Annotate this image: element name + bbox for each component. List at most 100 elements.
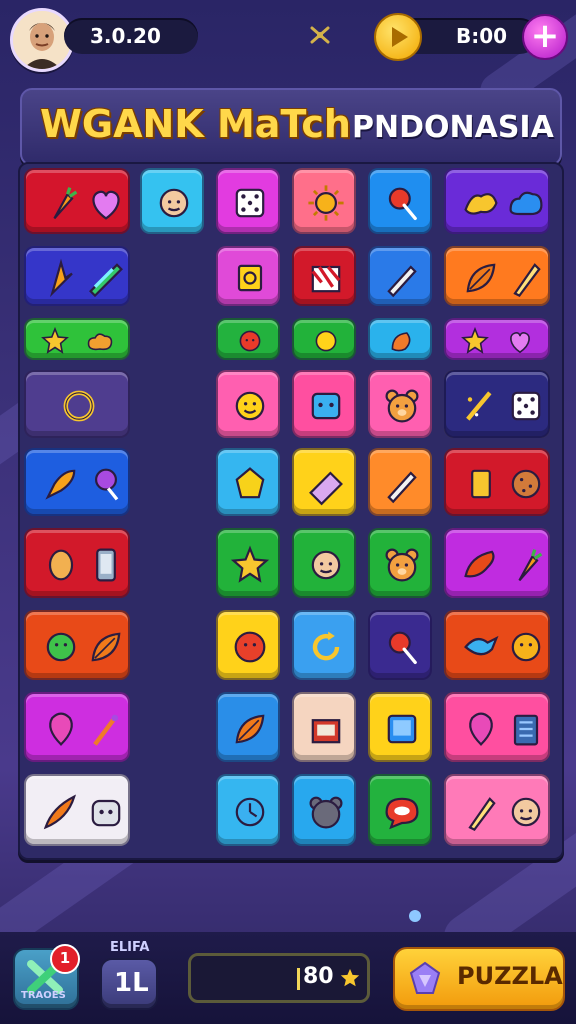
board-tile[interactable]: [292, 370, 356, 438]
board-tile[interactable]: [292, 692, 356, 762]
lollipop-icon: [388, 187, 417, 221]
bird-icon: [463, 635, 499, 656]
screen-icon: [387, 714, 417, 744]
board-tile[interactable]: [368, 168, 432, 234]
board-tile[interactable]: [216, 774, 280, 846]
board-tile[interactable]: [368, 318, 432, 360]
chili-icon: [463, 550, 495, 578]
carrot-icon: [518, 549, 543, 582]
crossed-tools-icon: [309, 24, 331, 46]
leaf-icon: [466, 263, 496, 293]
board-tile[interactable]: [368, 370, 432, 438]
card-icon: [470, 469, 491, 499]
board-tile[interactable]: [444, 610, 550, 680]
cup-icon: [91, 799, 121, 827]
board-tile[interactable]: [444, 246, 550, 306]
play-coin-button[interactable]: [374, 13, 422, 61]
board-tile[interactable]: [216, 610, 280, 680]
gift-icon: [311, 719, 341, 744]
board-tile[interactable]: [216, 448, 280, 516]
level-value: 1L: [114, 968, 149, 998]
rocket-icon: [45, 469, 76, 500]
star-icon: [460, 326, 489, 354]
board-tile[interactable]: [368, 610, 432, 680]
level-button[interactable]: 1L: [100, 958, 158, 1010]
board-tile[interactable]: [444, 168, 550, 234]
board-tile[interactable]: [24, 168, 130, 234]
blob-icon: [511, 632, 541, 662]
face-icon: [159, 188, 189, 218]
pencil-icon: [513, 263, 541, 297]
board-tile[interactable]: [444, 692, 550, 762]
board-tile[interactable]: [292, 774, 356, 846]
board-tile[interactable]: [444, 528, 550, 598]
score-pill: 3.0.20: [64, 18, 198, 54]
coin-value: B:00: [456, 24, 508, 48]
board-tile[interactable]: [216, 692, 280, 762]
board-tile[interactable]: [444, 370, 550, 438]
star-icon: [230, 545, 270, 583]
gem-icon: [235, 467, 265, 499]
face-icon: [311, 550, 341, 580]
board-tile[interactable]: [24, 246, 130, 306]
board-tile[interactable]: [24, 448, 130, 516]
chat-icon: [385, 797, 419, 830]
board-tile[interactable]: [24, 692, 130, 762]
board-tile[interactable]: [368, 246, 432, 306]
tag-icon: [95, 468, 119, 501]
refresh-icon: [312, 631, 340, 661]
tools-notification-badge: 1: [50, 944, 80, 974]
pen-icon: [387, 265, 417, 298]
cookie-icon: [511, 469, 541, 499]
board-tile[interactable]: [24, 370, 130, 438]
board-tile[interactable]: [368, 448, 432, 516]
board-tile[interactable]: [24, 610, 130, 680]
pen-icon: [387, 471, 417, 504]
sun-icon: [308, 185, 344, 221]
board-tile[interactable]: [292, 528, 356, 598]
square-icon: [237, 264, 263, 292]
brush-icon: [93, 714, 119, 746]
board-tile[interactable]: [292, 448, 356, 516]
star-icon: [40, 326, 69, 354]
board-tile[interactable]: [444, 774, 550, 846]
cloud-icon: [509, 191, 543, 216]
top-bar: 3.0.20 B:00 +: [0, 0, 576, 78]
board-tile[interactable]: [24, 318, 130, 360]
board-tile[interactable]: [368, 774, 432, 846]
board-tile[interactable]: [292, 318, 356, 360]
board-tile[interactable]: [216, 318, 280, 360]
puzzle-button[interactable]: PUZZLA: [393, 947, 565, 1011]
board-tile[interactable]: [24, 528, 130, 598]
board-tile[interactable]: [216, 528, 280, 598]
phone-icon: [96, 548, 117, 582]
smile-icon: [235, 391, 265, 421]
puff-icon: [88, 333, 113, 351]
bean-icon: [48, 549, 73, 581]
score-value: 3.0.20: [90, 24, 161, 48]
leaf-icon: [235, 714, 265, 744]
board-tile[interactable]: [292, 610, 356, 680]
mouse-icon: [309, 796, 343, 829]
board-tile[interactable]: [216, 246, 280, 306]
board-tile[interactable]: [444, 318, 550, 360]
eraser-icon: [309, 471, 343, 506]
dice-icon: [511, 391, 541, 421]
board-tile[interactable]: [24, 774, 130, 846]
board-tile[interactable]: [292, 168, 356, 234]
board-tile[interactable]: [216, 168, 280, 234]
crystal-icon: [409, 961, 441, 994]
circle-icon: [315, 330, 337, 352]
board-tile[interactable]: [444, 448, 550, 516]
star-icon: [340, 968, 360, 987]
board-tile[interactable]: [216, 370, 280, 438]
balloon-icon: [48, 712, 73, 746]
game-subtitle: PNDONASIA: [352, 110, 554, 145]
board-tile[interactable]: [368, 692, 432, 762]
board-tile[interactable]: [368, 528, 432, 598]
board-tile[interactable]: [292, 246, 356, 306]
add-coins-button[interactable]: +: [522, 14, 568, 60]
seed-icon: [391, 332, 411, 352]
board-tile[interactable]: [140, 168, 204, 234]
bear-icon: [385, 548, 419, 582]
